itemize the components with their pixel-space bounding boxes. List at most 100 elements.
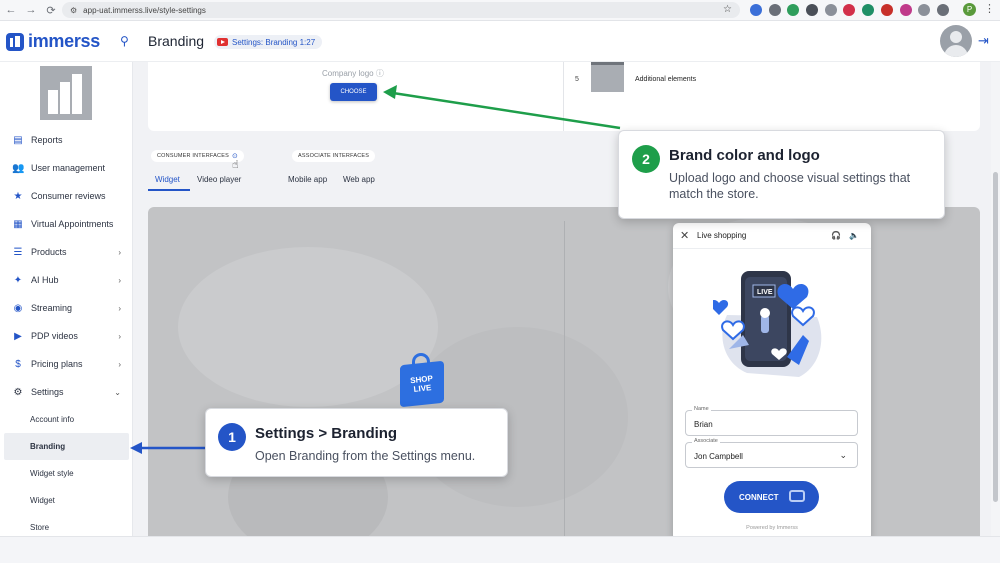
divider bbox=[563, 62, 564, 131]
chat-icon bbox=[789, 490, 805, 502]
app-header: immerss ⚲ Branding Settings: Branding 1:… bbox=[0, 21, 1000, 62]
associate-label: Associate bbox=[692, 438, 720, 444]
site-settings-icon[interactable]: ⚙ bbox=[70, 6, 77, 15]
extension-icon[interactable] bbox=[862, 4, 874, 16]
shop-live-bag-icon[interactable]: SHOP LIVE bbox=[400, 353, 444, 408]
sidebar-item-pricing-plans[interactable]: $ Pricing plans › bbox=[0, 350, 132, 378]
sidebar-item-label: Settings bbox=[31, 387, 64, 397]
extension-icon[interactable] bbox=[918, 4, 930, 16]
bottom-strip bbox=[0, 536, 1000, 563]
name-value: Brian bbox=[694, 420, 713, 429]
puzzle-icon[interactable] bbox=[937, 4, 949, 16]
svg-text:LIVE: LIVE bbox=[757, 289, 773, 296]
row-label: Additional elements bbox=[635, 76, 697, 83]
volume-icon[interactable]: 🔈 bbox=[849, 231, 859, 240]
headphones-icon[interactable]: 🎧 bbox=[831, 231, 841, 240]
video-badge[interactable]: Settings: Branding 1:27 bbox=[214, 35, 323, 49]
chevron-right-icon: › bbox=[118, 303, 121, 313]
extension-icon[interactable] bbox=[881, 4, 893, 16]
close-icon[interactable]: ✕ bbox=[680, 229, 689, 242]
company-logo-label: Company logo ⓘ bbox=[322, 69, 384, 78]
sidebar-item-label: Products bbox=[31, 247, 67, 257]
sidebar-item-streaming[interactable]: ◉ Streaming › bbox=[0, 294, 132, 322]
consumer-interfaces-chip[interactable]: CONSUMER INTERFACES ⊙ bbox=[151, 150, 245, 162]
profile-avatar[interactable]: P bbox=[963, 3, 976, 16]
calendar-icon: ▦ bbox=[13, 218, 23, 230]
extension-icon[interactable] bbox=[787, 4, 799, 16]
sidebar-item-user-management[interactable]: 👥 User management bbox=[0, 154, 132, 182]
sidebar-menu: ▤ Reports 👥 User management ★ Consumer r… bbox=[0, 126, 132, 541]
active-tab-indicator bbox=[148, 189, 190, 191]
page-scrollbar[interactable] bbox=[991, 62, 1000, 536]
associate-value: Jon Campbell bbox=[694, 452, 743, 461]
sidebar-item-label: Streaming bbox=[31, 303, 73, 313]
powered-by: Powered by Immerss bbox=[746, 525, 798, 531]
info-icon: ⓘ bbox=[375, 69, 384, 78]
sidebar-item-products[interactable]: ☰ Products › bbox=[0, 238, 132, 266]
callout-step-1: 1 Settings > Branding Open Branding from… bbox=[205, 408, 508, 477]
video-badge-label: Settings: Branding 1:27 bbox=[232, 37, 316, 47]
branding-settings-panel: Company logo ⓘ CHOOSE 5 Additional eleme… bbox=[148, 62, 980, 131]
sidebar-subitem-widget-style[interactable]: Widget style bbox=[0, 460, 132, 487]
sidebar-item-consumer-reviews[interactable]: ★ Consumer reviews bbox=[0, 182, 132, 210]
name-field[interactable]: Name Brian bbox=[685, 406, 858, 436]
star-icon: ★ bbox=[13, 190, 23, 202]
sidebar-item-ai-hub[interactable]: ✦ AI Hub › bbox=[0, 266, 132, 294]
sidebar-item-pdp-videos[interactable]: ▶ PDP videos › bbox=[0, 322, 132, 350]
back-icon[interactable]: ← bbox=[2, 1, 20, 19]
page-title: Branding bbox=[148, 33, 205, 49]
callout-title: Settings > Branding bbox=[255, 425, 398, 442]
sidebar-item-label: Consumer reviews bbox=[31, 191, 106, 201]
divider bbox=[564, 221, 565, 547]
video-icon: ▶ bbox=[14, 330, 22, 342]
logo-mark-icon bbox=[6, 32, 24, 51]
dollar-icon: $ bbox=[15, 358, 21, 370]
chevron-down-icon: ⌄ bbox=[839, 450, 847, 460]
forward-icon[interactable]: → bbox=[22, 1, 40, 19]
reload-icon[interactable]: ⟳ bbox=[42, 1, 60, 19]
connect-button[interactable]: CONNECT bbox=[724, 481, 819, 513]
sidebar-item-label: AI Hub bbox=[31, 275, 59, 285]
sidebar-item-label: Pricing plans bbox=[31, 359, 83, 369]
callout-title: Brand color and logo bbox=[669, 147, 820, 164]
extension-icon[interactable] bbox=[825, 4, 837, 16]
brand-logo[interactable]: immerss bbox=[6, 31, 100, 52]
associate-interfaces-chip[interactable]: ASSOCIATE INTERFACES bbox=[292, 150, 376, 162]
extension-icon[interactable] bbox=[769, 4, 781, 16]
sidebar-item-label: PDP videos bbox=[31, 331, 78, 341]
name-label: Name bbox=[692, 406, 711, 412]
sidebar-item-settings[interactable]: ⚙ Settings ⌄ bbox=[0, 378, 132, 406]
row-number: 5 bbox=[575, 76, 579, 83]
user-avatar[interactable] bbox=[940, 25, 972, 57]
tab-web-app[interactable]: Web app bbox=[343, 175, 375, 184]
logout-icon[interactable]: ⇥ bbox=[978, 33, 989, 49]
broadcast-icon: ◉ bbox=[13, 302, 23, 314]
pin-sidebar-icon[interactable]: ⚲ bbox=[120, 34, 129, 48]
address-bar[interactable]: ⚙ app-uat.immerss.live/style-settings ☆ bbox=[62, 2, 740, 18]
sidebar-item-virtual-appointments[interactable]: ▦ Virtual Appointments bbox=[0, 210, 132, 238]
extension-icon[interactable] bbox=[900, 4, 912, 16]
step-number: 2 bbox=[632, 145, 660, 173]
sidebar-subitem-account-info[interactable]: Account info bbox=[0, 406, 132, 433]
bookmark-star-icon[interactable]: ☆ bbox=[723, 4, 732, 15]
extension-icon[interactable] bbox=[806, 4, 818, 16]
chevron-right-icon: › bbox=[118, 247, 121, 257]
sidebar: ▤ Reports 👥 User management ★ Consumer r… bbox=[0, 62, 133, 563]
associate-select[interactable]: Associate Jon Campbell ⌄ bbox=[685, 438, 858, 468]
extension-icon[interactable] bbox=[750, 4, 762, 16]
sidebar-subitem-widget[interactable]: Widget bbox=[0, 487, 132, 514]
widget-title: Live shopping bbox=[697, 231, 747, 240]
list-icon: ☰ bbox=[13, 246, 23, 258]
browser-menu-icon[interactable]: ⋮ bbox=[984, 2, 995, 15]
live-shopping-illustration: LIVE bbox=[713, 271, 822, 377]
sidebar-subitem-branding[interactable]: Branding bbox=[4, 433, 129, 460]
brand-name: immerss bbox=[28, 31, 100, 51]
sidebar-item-reports[interactable]: ▤ Reports bbox=[0, 126, 132, 154]
tab-video-player[interactable]: Video player bbox=[197, 175, 241, 184]
tab-widget[interactable]: Widget bbox=[155, 175, 180, 184]
youtube-icon bbox=[217, 38, 228, 46]
choose-logo-button[interactable]: CHOOSE bbox=[330, 83, 377, 101]
sidebar-item-label: Reports bbox=[31, 135, 63, 145]
extension-icon[interactable] bbox=[843, 4, 855, 16]
tab-mobile-app[interactable]: Mobile app bbox=[288, 175, 327, 184]
